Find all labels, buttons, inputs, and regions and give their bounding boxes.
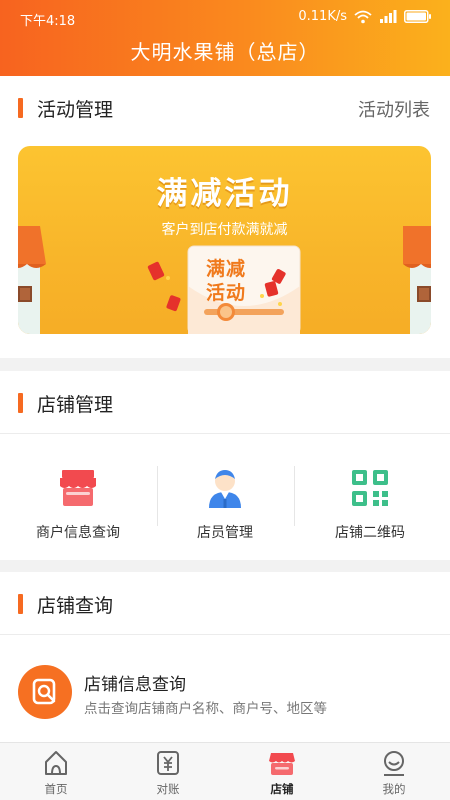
tab-store[interactable]: 店铺 [226, 743, 338, 800]
banner-title: 满减活动 [156, 176, 293, 212]
envelope-text: 满减 活动 [183, 257, 269, 305]
store-query-section: 店铺查询 店铺信息查询 点击查询店铺商户名称、商户号、地区等 [0, 572, 450, 742]
activity-section-title: 活动管理 [37, 99, 114, 121]
store-qrcode-button[interactable]: 店铺二维码 [295, 434, 445, 570]
home-icon [45, 751, 67, 775]
store-info-query-desc: 点击查询店铺商户名称、商户号、地区等 [84, 701, 327, 717]
bill-icon [157, 751, 179, 775]
activity-section-header: 活动管理 活动列表 [0, 76, 450, 138]
merchant-info-button[interactable]: 商户信息查询 [3, 434, 153, 570]
promo-banner[interactable]: 满减活动 客户到店付款满就减 满减 活动 [18, 146, 431, 334]
page-title: 大明水果铺（总店） [130, 40, 320, 64]
status-bar: 下午4:18 0.11K/s [0, 0, 450, 34]
search-store-icon [18, 665, 72, 719]
tab-profile[interactable]: 我的 [338, 743, 450, 800]
network-speed: 0.11K/s [298, 9, 347, 24]
qrcode-icon [352, 470, 388, 506]
store-query-section-title: 店铺查询 [37, 595, 114, 617]
clerk-mgmt-label: 店员管理 [197, 525, 253, 541]
envelope-line1: 满减 [205, 258, 246, 280]
left-shop-illustration [18, 226, 46, 334]
merchant-info-label: 商户信息查询 [36, 525, 120, 541]
right-shop-illustration [403, 226, 431, 334]
tab-store-label: 店铺 [270, 782, 294, 796]
store-mgmt-section-header: 店铺管理 [0, 371, 450, 433]
store-qrcode-label: 店铺二维码 [335, 525, 405, 541]
wifi-icon [354, 10, 372, 23]
store-info-query-title: 店铺信息查询 [84, 675, 186, 695]
tab-profile-label: 我的 [382, 782, 406, 796]
status-right: 0.11K/s [298, 9, 432, 24]
activity-list-link[interactable]: 活动列表 [358, 96, 430, 122]
envelope-line2: 活动 [205, 282, 246, 304]
signal-icon [380, 10, 397, 23]
bottom-tabbar: 首页 对账 店铺 我的 [0, 742, 450, 800]
banner-subtitle: 客户到店付款满就减 [161, 222, 288, 238]
store-query-section-header: 店铺查询 [0, 572, 450, 634]
app-header: 下午4:18 0.11K/s 大明水果铺（总店） [0, 0, 450, 76]
section-accent-bar [18, 594, 23, 614]
store-mgmt-grid: 商户信息查询 店员管理 店铺二维码 [0, 434, 450, 570]
tab-bill[interactable]: 对账 [112, 743, 224, 800]
tab-home[interactable]: 首页 [0, 743, 112, 800]
tab-bill-label: 对账 [156, 782, 180, 796]
clerk-icon [209, 470, 241, 508]
section-accent-bar [18, 98, 23, 118]
store-icon [269, 753, 295, 775]
store-info-query-item[interactable]: 店铺信息查询 点击查询店铺商户名称、商户号、地区等 [0, 635, 450, 741]
clerk-mgmt-button[interactable]: 店员管理 [150, 434, 300, 570]
shop-awning-icon [60, 470, 96, 506]
status-time: 下午4:18 [20, 14, 76, 29]
profile-icon [384, 751, 404, 776]
section-accent-bar [18, 393, 23, 413]
tab-home-label: 首页 [44, 782, 68, 796]
store-mgmt-section-title: 店铺管理 [37, 394, 114, 416]
battery-icon [404, 10, 431, 23]
store-mgmt-section: 店铺管理 商户信息查询 店员管理 店铺二维码 [0, 371, 450, 560]
